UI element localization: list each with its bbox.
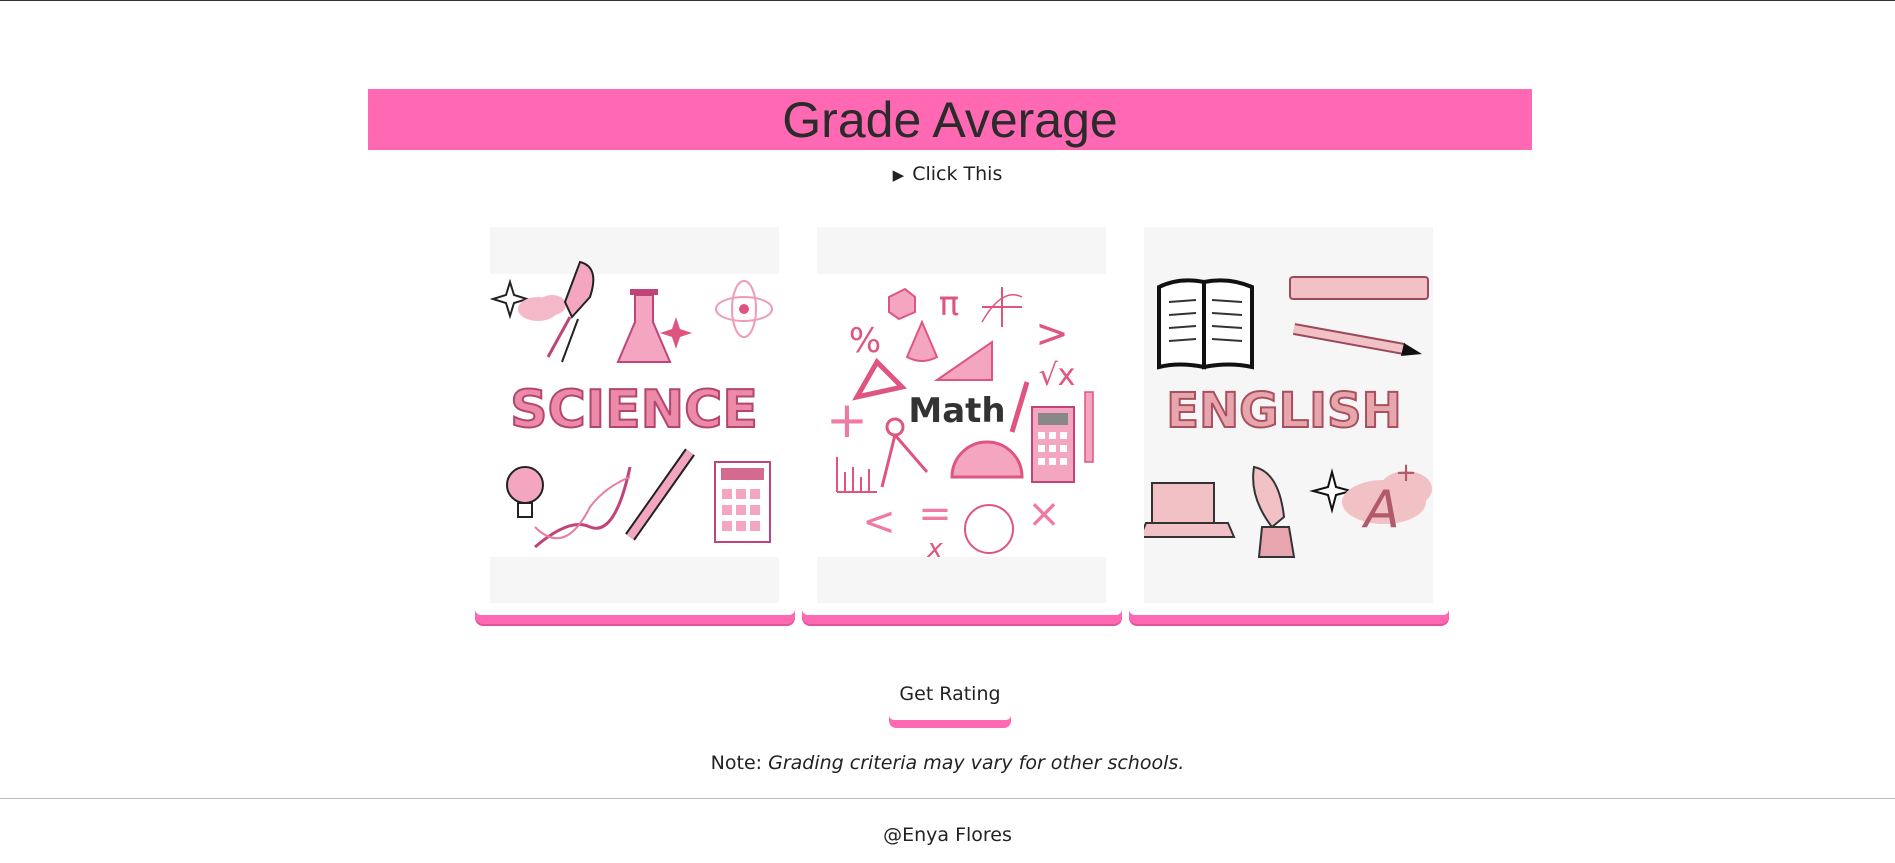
- page-title: Grade Average: [782, 91, 1118, 148]
- details-summary: Click This: [912, 163, 1003, 185]
- card-english: ENGLISH A +: [1129, 227, 1449, 626]
- svg-text:√x: √x: [1039, 358, 1076, 393]
- science-button[interactable]: [475, 607, 795, 624]
- top-border: [0, 0, 1895, 1]
- math-word: Math: [908, 391, 1005, 431]
- disclosure-triangle-icon: ▶: [892, 166, 905, 184]
- english-word: ENGLISH: [1166, 383, 1402, 439]
- svg-text:=: =: [918, 491, 952, 537]
- math-image[interactable]: π % > √x + Math < = x ×: [817, 227, 1106, 603]
- note-text: Grading criteria may vary for other scho…: [768, 752, 1185, 774]
- note: Note: Grading criteria may vary for othe…: [0, 752, 1895, 774]
- svg-text:x: x: [926, 534, 943, 564]
- details-toggle[interactable]: ▶ Click This: [0, 163, 1895, 185]
- title-banner: Grade Average: [368, 89, 1532, 150]
- get-rating-label: Get Rating: [899, 683, 1001, 705]
- science-image[interactable]: SCIENCE: [490, 227, 779, 603]
- svg-text:+: +: [826, 391, 868, 449]
- card-math: π % > √x + Math < = x ×: [802, 227, 1122, 626]
- science-word: SCIENCE: [510, 380, 758, 440]
- svg-text:%: %: [849, 321, 881, 361]
- note-label: Note:: [710, 752, 763, 774]
- svg-text:π: π: [939, 284, 959, 324]
- english-button[interactable]: [1129, 607, 1449, 624]
- svg-text:×: ×: [1027, 491, 1061, 537]
- get-rating-underline: [889, 715, 1011, 728]
- footer-divider: [0, 798, 1895, 799]
- card-science: SCIENCE: [475, 227, 795, 626]
- footer-credit: @Enya Flores: [883, 824, 1012, 846]
- english-image[interactable]: ENGLISH A +: [1144, 227, 1433, 603]
- svg-text:<: <: [862, 499, 896, 545]
- math-button[interactable]: [802, 607, 1122, 624]
- get-rating-button[interactable]: Get Rating: [889, 675, 1011, 730]
- svg-text:A: A: [1361, 480, 1400, 540]
- svg-text:+: +: [1395, 458, 1417, 488]
- svg-text:>: >: [1035, 311, 1069, 357]
